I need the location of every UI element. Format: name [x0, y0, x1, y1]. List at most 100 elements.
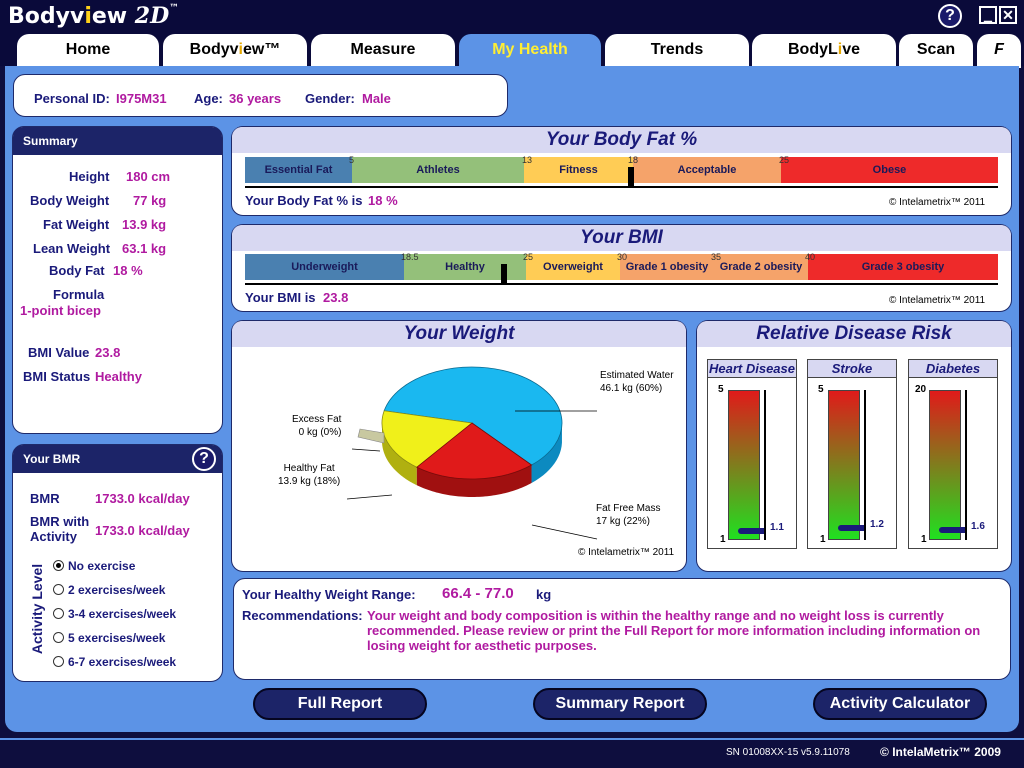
tick: 25: [523, 252, 534, 262]
bmi-value: 23.8: [95, 345, 121, 360]
radio-no-exercise[interactable]: No exercise: [53, 559, 135, 573]
bmi-result-value: 23.8: [323, 290, 349, 305]
seg-essential-fat: Essential Fat: [245, 157, 352, 183]
bmr-label: BMR: [30, 491, 60, 506]
risk-min: 1: [921, 534, 927, 545]
fat-weight-label: Fat Weight: [43, 217, 110, 232]
bmi-copyright: © Intelametrix™ 2011: [889, 295, 986, 306]
bmi-marker: [501, 264, 507, 284]
bmr-value: 1733.0 kcal/day: [95, 491, 190, 506]
tab-home[interactable]: Home: [17, 34, 159, 68]
risk-arrow-icon: [939, 527, 965, 534]
risk-stroke: Stroke 5 1 1.2: [807, 359, 897, 549]
seg-underweight: Underweight: [245, 254, 404, 280]
tab-measure[interactable]: Measure: [311, 34, 455, 68]
label-value: 46.1 kg (60%): [600, 383, 663, 394]
bmr-title: Your BMR ?: [13, 445, 222, 473]
tab-bar: Home Bodyview™ Measure My Health Trends …: [0, 32, 1024, 68]
seg-grade2: Grade 2 obesity: [714, 254, 808, 280]
healthy-weight-value: 66.4 - 77.0: [442, 585, 514, 602]
bmr-help-icon[interactable]: ?: [192, 447, 216, 471]
full-report-button[interactable]: Full Report: [253, 688, 427, 720]
risk-heart-title: Heart Disease: [708, 360, 796, 378]
tick: 40: [805, 252, 816, 262]
risk-gauge: [929, 390, 961, 540]
body-fat-scale: Essential Fat Athletes Fitness Acceptabl…: [245, 155, 998, 187]
body-weight-value: 77 kg: [133, 193, 167, 208]
footer-divider: [0, 738, 1024, 740]
recommendations-text: Your weight and body composition is with…: [367, 608, 981, 653]
body-fat-result-label: Your Body Fat % is: [245, 193, 363, 208]
label-excess-fat: Excess Fat 0 kg (0%): [292, 413, 341, 439]
label-text: Healthy Fat: [283, 463, 335, 474]
close-button[interactable]: ✕: [999, 6, 1017, 24]
risk-min: 1: [720, 534, 726, 545]
bmi-panel: Your BMI Underweight Healthy Overweight …: [231, 224, 1012, 312]
tab-trends[interactable]: Trends: [605, 34, 749, 68]
label-text: Estimated Water: [600, 370, 674, 381]
radio-3-4-exercises[interactable]: 3-4 exercises/week: [53, 607, 176, 621]
bmi-title: Your BMI: [232, 225, 1011, 251]
height-label: Height: [69, 169, 110, 184]
weight-title: Your Weight: [232, 321, 686, 347]
radio-dot: [53, 560, 64, 571]
leader-line: [346, 494, 393, 500]
activity-calculator-button[interactable]: Activity Calculator: [813, 688, 987, 720]
height-value: 180 cm: [126, 169, 171, 184]
body-fat-copyright: © Intelametrix™ 2011: [889, 197, 986, 208]
risk-value: 1.2: [870, 518, 884, 530]
leader-line: [351, 448, 381, 452]
seg-obese: Obese: [781, 157, 998, 183]
serial-number: SN 01008XX-15 v5.9.11078: [726, 747, 850, 758]
bmr-panel: Your BMR ? BMR 1733.0 kcal/day BMR with …: [12, 444, 223, 682]
lean-weight-label: Lean Weight: [33, 241, 111, 256]
label-estimated-water: Estimated Water 46.1 kg (60%): [600, 369, 674, 395]
seg-grade1: Grade 1 obesity: [620, 254, 714, 280]
pie-slice-excess-fat: [357, 428, 385, 444]
risk-max: 20: [915, 384, 927, 395]
weight-panel: Your Weight Estimated Water 46.1 kg (60%)…: [231, 320, 687, 572]
risk-stroke-title: Stroke: [808, 360, 896, 378]
summary-panel: Summary Height 180 cm Body Weight 77 kg …: [12, 126, 223, 434]
risk-heart-disease: Heart Disease 5 1 1.1: [707, 359, 797, 549]
radio-6-7-exercises[interactable]: 6-7 exercises/week: [53, 655, 176, 669]
risk-gauge: [828, 390, 860, 540]
tab-bodyview[interactable]: Bodyview™: [163, 34, 307, 68]
seg-healthy: Healthy: [404, 254, 526, 280]
app-logo: Bodyview 2D™: [8, 3, 180, 29]
risk-min: 1: [820, 534, 826, 545]
label-text: Excess Fat: [292, 414, 342, 425]
personal-id-value: I975M31: [116, 91, 167, 106]
help-button[interactable]: ?: [938, 4, 962, 28]
tab-my-health[interactable]: My Health: [459, 34, 601, 68]
radio-5-exercises[interactable]: 5 exercises/week: [53, 631, 165, 645]
seg-athletes: Athletes: [352, 157, 524, 183]
risk-arrow-icon: [838, 524, 864, 531]
gender-label: Gender:: [305, 91, 355, 106]
tab-scan[interactable]: Scan: [899, 34, 973, 68]
bmi-status-value: Healthy: [95, 369, 142, 384]
risk-gauge-axis: [965, 390, 967, 540]
minimize-icon: ▁: [984, 12, 992, 23]
tab-bodylive[interactable]: BodyLive: [752, 34, 896, 68]
recommendations-panel: Your Healthy Weight Range: 66.4 - 77.0 k…: [233, 578, 1011, 680]
tick: 18: [628, 155, 639, 165]
healthy-weight-label: Your Healthy Weight Range:: [242, 587, 416, 602]
summary-report-button[interactable]: Summary Report: [533, 688, 707, 720]
body-fat-panel: Your Body Fat % Essential Fat Athletes F…: [231, 126, 1012, 216]
close-icon: ✕: [1002, 7, 1014, 23]
tick: 25: [779, 155, 790, 165]
minimize-button[interactable]: ▁: [979, 6, 997, 24]
recommendations-label: Recommendations:: [242, 608, 363, 623]
tab-f[interactable]: F: [977, 34, 1021, 68]
tick: 18.5: [401, 252, 419, 262]
label-text: Fat Free Mass: [596, 503, 661, 514]
disease-risk-panel: Relative Disease Risk Heart Disease 5 1 …: [696, 320, 1012, 572]
body-fat-title: Your Body Fat %: [232, 127, 1011, 153]
seg-fitness: Fitness: [524, 157, 633, 183]
personal-info-panel: Personal ID: I975M31 Age: 36 years Gende…: [13, 74, 508, 117]
radio-2-exercises[interactable]: 2 exercises/week: [53, 583, 165, 597]
radio-dot: [53, 656, 64, 667]
healthy-weight-unit: kg: [536, 587, 552, 602]
fat-weight-value: 13.9 kg: [122, 217, 167, 232]
